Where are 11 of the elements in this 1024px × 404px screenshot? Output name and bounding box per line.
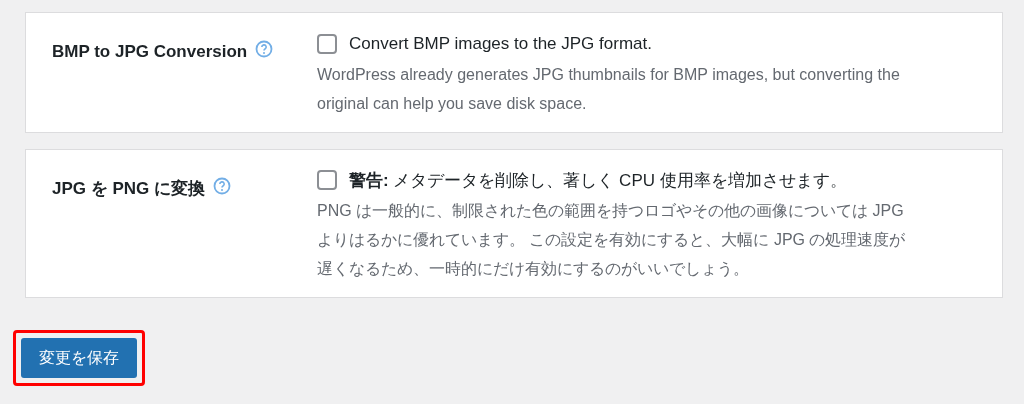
help-icon[interactable]	[255, 40, 274, 58]
help-icon[interactable]	[213, 176, 232, 195]
setting-description: PNG は一般的に、制限された色の範囲を持つロゴやその他の画像については JPG よりはるかに優れています。 この設定を有効にすると、大幅に JPG の処理速度が遅くなるため、一時的にだけ有効にするのがいいでしょう。	[317, 201, 907, 279]
checkbox-label: 警告: メタデータを削除し、著しく CPU 使用率を増加させます。	[349, 169, 847, 192]
setting-label: JPG を PNG に変換	[52, 177, 206, 200]
setting-label: BMP to JPG Conversion	[52, 41, 248, 63]
setting-description: WordPress already generates JPG thumbnails for BMP images, but converting the original can help you save disk space.	[317, 64, 901, 114]
checkbox-label: Convert BMP images to the JPG format.	[349, 33, 652, 55]
checkbox[interactable]	[317, 170, 337, 191]
checkbox[interactable]	[317, 33, 337, 54]
save-button[interactable]: 変更を保存	[21, 338, 137, 378]
